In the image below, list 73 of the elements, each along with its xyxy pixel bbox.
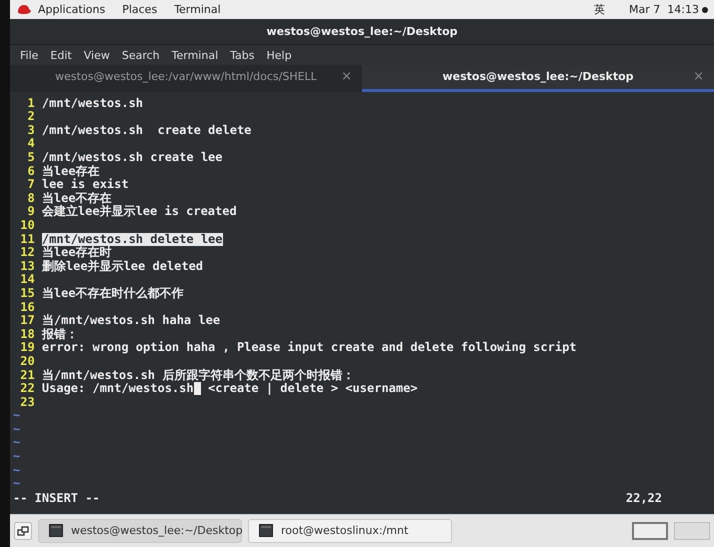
line-number: 22	[19, 382, 35, 396]
hat-icon	[16, 4, 32, 16]
line-number: 7	[26, 178, 35, 192]
line-number: 16	[19, 300, 35, 314]
show-desktop-icon[interactable]	[14, 522, 32, 540]
code-line: /mnt/westos.sh	[42, 96, 144, 110]
empty-line-marker: ~	[13, 476, 20, 490]
line-number: 10	[19, 218, 35, 233]
top-menu-item[interactable]: Places	[116, 3, 168, 16]
code-line: Usage: /mnt/westos.sh	[42, 382, 194, 396]
code-line: /mnt/westos.sh create lee	[42, 151, 223, 165]
line-number: 15	[19, 286, 35, 301]
empty-line-marker: ~	[13, 449, 20, 464]
taskbar-button[interactable]: root@westoslinux:/mnt	[248, 518, 452, 543]
cursor-position: 22,22	[626, 490, 662, 505]
menu-item[interactable]: Edit	[44, 48, 78, 62]
line-number: 14	[19, 273, 35, 287]
mode-indicator: -- INSERT --	[13, 490, 100, 505]
clock[interactable]: Mar 7 14:13	[629, 3, 699, 16]
window-title: westos@westos_lee:~/Desktop	[10, 19, 714, 45]
line-number: 11	[19, 232, 35, 246]
input-method-indicator[interactable]: 英	[594, 2, 606, 18]
code-line: 会建立lee并显示lee is created	[42, 205, 237, 219]
menu-item[interactable]: Help	[260, 48, 298, 62]
line-number: 18	[19, 328, 35, 342]
code-line: /mnt/westos.sh create delete	[42, 124, 252, 138]
empty-line-marker: ~	[13, 435, 20, 450]
terminal-icon	[259, 524, 273, 538]
code-line: lee is exist	[42, 178, 129, 192]
workspace-thumbnail[interactable]	[674, 522, 710, 540]
terminal-tab[interactable]: westos@westos_lee:~/Desktop ×	[362, 65, 714, 92]
terminal-icon	[49, 524, 63, 538]
code-line: 报错：	[42, 328, 78, 342]
code-line: error: wrong option haha , Please input create and delete following script	[42, 341, 577, 355]
workspace-thumbnail[interactable]	[632, 522, 668, 540]
status-dot-icon[interactable]	[702, 6, 708, 13]
line-number: 8	[26, 192, 35, 206]
empty-line-marker: ~	[13, 408, 20, 422]
code-line: 当lee存在	[42, 164, 100, 178]
code-line: 当lee不存在时什么都不作	[42, 286, 184, 301]
line-number: 12	[19, 246, 35, 260]
code-line: <create | delete > <username>	[207, 382, 418, 396]
line-number: 5	[26, 151, 35, 165]
menu-item[interactable]: Tabs	[224, 48, 260, 62]
terminal-tab[interactable]: westos@westos_lee:/var/www/html/docs/SHELL ×	[10, 65, 362, 92]
code-line: 当lee存在时	[42, 246, 112, 260]
line-number: 6	[26, 164, 35, 178]
code-line: 当lee不存在	[42, 192, 112, 205]
line-number: 13	[19, 260, 35, 274]
menu-item[interactable]: View	[78, 48, 116, 62]
close-icon[interactable]: ×	[341, 69, 352, 84]
menu-item[interactable]: Search	[116, 48, 166, 62]
code-line: 当/mnt/westos.sh haha lee	[42, 314, 220, 328]
line-number: 23	[19, 396, 35, 410]
line-number: 20	[19, 354, 35, 368]
close-icon[interactable]: ×	[693, 69, 704, 84]
menu-item[interactable]: File	[14, 48, 44, 62]
line-number: 3	[26, 124, 35, 138]
line-number: 9	[26, 205, 35, 219]
line-number: 19	[19, 341, 35, 355]
empty-line-marker: ~	[13, 462, 20, 477]
line-number: 4	[26, 137, 35, 151]
line-number: 2	[26, 110, 35, 124]
line-number: 17	[19, 314, 35, 328]
top-menu-item[interactable]: Terminal	[168, 3, 232, 16]
top-menu-item[interactable]: Applications	[32, 3, 116, 16]
menu-item[interactable]: Terminal	[166, 48, 224, 62]
taskbar-button[interactable]: westos@westos_lee:~/Desktop	[38, 518, 242, 543]
code-line: 删除lee并显示lee deleted	[42, 260, 204, 274]
empty-line-marker: ~	[13, 422, 20, 436]
code-line: 当/mnt/westos.sh 后所跟字符串个数不足两个时报错：	[42, 368, 354, 382]
line-number: 1	[26, 96, 35, 110]
line-number: 21	[19, 368, 35, 382]
